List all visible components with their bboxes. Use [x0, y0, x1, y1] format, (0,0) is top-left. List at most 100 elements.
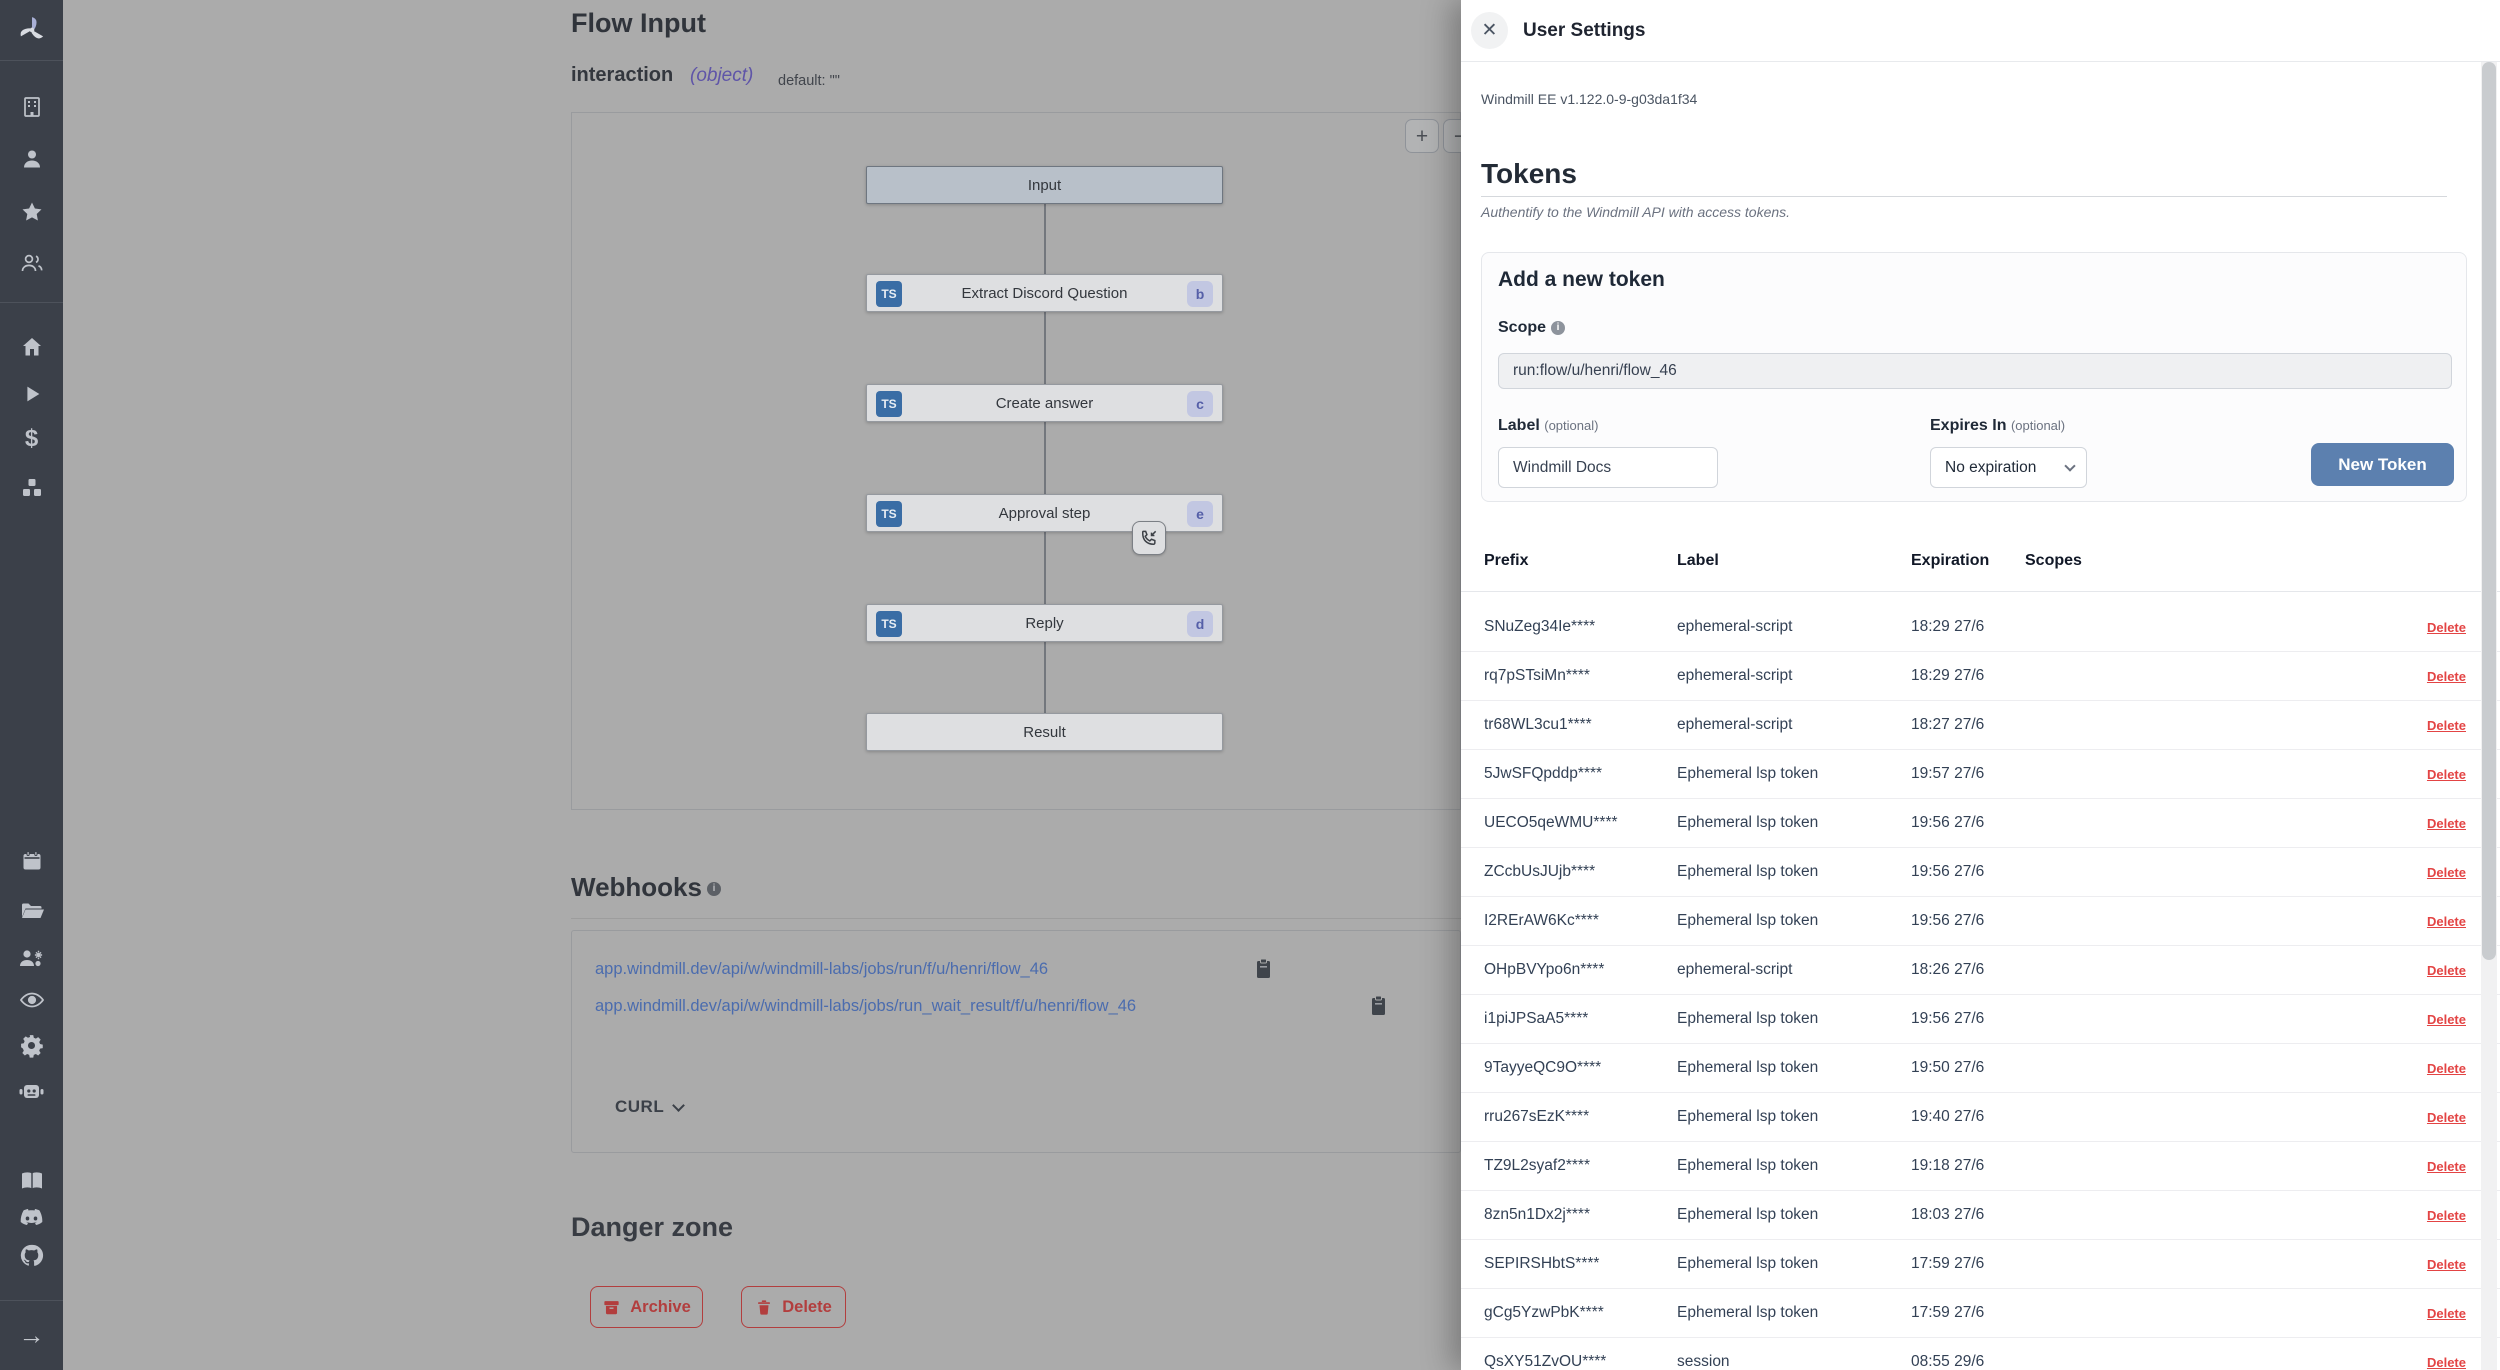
close-button[interactable]: ✕	[1471, 12, 1508, 49]
sidebar-item-resources[interactable]	[0, 473, 63, 503]
flow-node-reply[interactable]: TS Reply d	[866, 604, 1223, 642]
delete-token-link[interactable]: Delete	[2427, 1208, 2466, 1223]
sidebar-item-workers[interactable]	[0, 1076, 63, 1106]
token-prefix: QsXY51ZvOU****	[1484, 1353, 1677, 1370]
delete-token-link[interactable]: Delete	[2427, 1012, 2466, 1027]
sidebar-item-folders[interactable]	[0, 896, 63, 926]
windmill-logo[interactable]	[0, 15, 63, 45]
sidebar-item-workspace[interactable]	[0, 92, 63, 122]
token-prefix: ZCcbUsJUjb****	[1484, 863, 1677, 881]
node-label: Reply	[1025, 615, 1063, 632]
sidebar-item-favorites[interactable]	[0, 197, 63, 227]
suspend-approval-button[interactable]	[1132, 521, 1166, 555]
delete-token-link[interactable]: Delete	[2427, 963, 2466, 978]
token-rows: SNuZeg34Ie****ephemeral-script18:29 27/6…	[1461, 603, 2500, 1370]
sidebar-item-discord[interactable]	[0, 1203, 63, 1233]
delete-token-link[interactable]: Delete	[2427, 816, 2466, 831]
delete-token-link[interactable]: Delete	[2427, 620, 2466, 635]
divider	[571, 918, 1461, 919]
table-row: 5JwSFQpddp****Ephemeral lsp token19:57 2…	[1461, 750, 2500, 799]
delete-token-link[interactable]: Delete	[2427, 865, 2466, 880]
scope-input[interactable]	[1498, 353, 2452, 389]
token-expiration: 18:03 27/6	[1911, 1206, 2025, 1224]
token-expiration: 17:59 27/6	[1911, 1304, 2025, 1322]
divider	[1481, 196, 2447, 197]
book-icon	[19, 1170, 45, 1192]
dollar-icon: $	[25, 425, 38, 453]
flow-node-result[interactable]: Result	[866, 713, 1223, 751]
zoom-in-button[interactable]: +	[1405, 119, 1439, 153]
token-expiration: 19:57 27/6	[1911, 765, 2025, 783]
sidebar-item-audit-logs[interactable]	[0, 985, 63, 1015]
sidebar-item-github[interactable]	[0, 1240, 63, 1270]
delete-token-link[interactable]: Delete	[2427, 1110, 2466, 1125]
delete-token-link[interactable]: Delete	[2427, 1061, 2466, 1076]
table-row: rq7pSTsiMn****ephemeral-script18:29 27/6…	[1461, 652, 2500, 701]
delete-token-link[interactable]: Delete	[2427, 1257, 2466, 1272]
delete-token-link[interactable]: Delete	[2427, 767, 2466, 782]
sidebar-item-settings[interactable]	[0, 1030, 63, 1060]
flow-node-create-answer[interactable]: TS Create answer c	[866, 384, 1223, 422]
token-expiration: 19:56 27/6	[1911, 912, 2025, 930]
token-expiration: 19:18 27/6	[1911, 1157, 2025, 1175]
token-expiration: 18:29 27/6	[1911, 618, 2025, 636]
sidebar-item-groups[interactable]	[0, 943, 63, 973]
scope-label: Scopei	[1498, 319, 1565, 337]
delete-token-link[interactable]: Delete	[2427, 914, 2466, 929]
expires-field-label: Expires In (optional)	[1930, 417, 2065, 435]
new-token-button[interactable]: New Token	[2311, 443, 2454, 486]
flow-canvas[interactable]	[571, 112, 1461, 810]
delete-token-link[interactable]: Delete	[2427, 1306, 2466, 1321]
token-expiration: 18:27 27/6	[1911, 716, 2025, 734]
curl-toggle[interactable]: CURL	[615, 1097, 683, 1117]
step-id-badge: d	[1187, 611, 1213, 637]
sidebar-item-variables[interactable]: $	[0, 424, 63, 454]
optional-hint: (optional)	[2011, 418, 2065, 433]
token-expiration: 19:40 27/6	[1911, 1108, 2025, 1126]
user-gear-icon	[18, 946, 46, 970]
expires-in-select[interactable]: No expiration	[1930, 447, 2087, 488]
sidebar-item-schedules[interactable]	[0, 846, 63, 876]
copy-clipboard-icon[interactable]	[1254, 958, 1273, 985]
sidebar-item-users[interactable]	[0, 248, 63, 278]
header-expiration: Expiration	[1911, 552, 2025, 570]
scrollbar-thumb[interactable]	[2482, 62, 2496, 960]
discord-icon	[18, 1208, 45, 1229]
info-icon[interactable]: i	[1551, 321, 1565, 335]
delete-token-link[interactable]: Delete	[2427, 1355, 2466, 1370]
delete-token-link[interactable]: Delete	[2427, 1159, 2466, 1174]
sidebar-item-docs[interactable]	[0, 1166, 63, 1196]
optional-hint: (optional)	[1544, 418, 1598, 433]
table-row: rru267sEzK****Ephemeral lsp token19:40 2…	[1461, 1093, 2500, 1142]
webhook-run-wait-result-url[interactable]: app.windmill.dev/api/w/windmill-labs/job…	[595, 997, 1136, 1016]
sidebar-item-runs[interactable]	[0, 379, 63, 409]
flow-node-extract-discord-question[interactable]: TS Extract Discord Question b	[866, 274, 1223, 312]
expand-sidebar-button[interactable]: →	[0, 1320, 63, 1350]
copy-clipboard-icon[interactable]	[1369, 995, 1388, 1022]
delete-flow-button[interactable]: Delete	[741, 1286, 846, 1328]
token-label: ephemeral-script	[1677, 716, 1911, 734]
drawer-scrollbar[interactable]	[2481, 62, 2497, 1370]
flow-node-approval-step[interactable]: TS Approval step e	[866, 494, 1223, 532]
sidebar-item-user[interactable]	[0, 144, 63, 174]
archive-flow-button[interactable]: Archive	[590, 1286, 703, 1328]
delete-token-link[interactable]: Delete	[2427, 669, 2466, 684]
token-prefix: gCg5YzwPbK****	[1484, 1304, 1677, 1322]
webhook-run-url[interactable]: app.windmill.dev/api/w/windmill-labs/job…	[595, 960, 1048, 979]
step-id-badge: e	[1187, 501, 1213, 527]
info-icon[interactable]: i	[707, 882, 721, 896]
sidebar-item-home[interactable]	[0, 332, 63, 362]
token-expiration: 18:26 27/6	[1911, 961, 2025, 979]
building-icon	[20, 95, 44, 119]
archive-label: Archive	[630, 1298, 691, 1317]
close-icon: ✕	[1482, 19, 1498, 42]
flow-node-input[interactable]: Input	[866, 166, 1223, 204]
token-prefix: i1piJPSaA5****	[1484, 1010, 1677, 1028]
token-prefix: rru267sEzK****	[1484, 1108, 1677, 1126]
token-label: Ephemeral lsp token	[1677, 912, 1911, 930]
webhooks-title: Webhooksi	[571, 872, 721, 903]
step-id-badge: c	[1187, 391, 1213, 417]
delete-token-link[interactable]: Delete	[2427, 718, 2466, 733]
token-label-input[interactable]	[1498, 447, 1718, 488]
token-prefix: tr68WL3cu1****	[1484, 716, 1677, 734]
